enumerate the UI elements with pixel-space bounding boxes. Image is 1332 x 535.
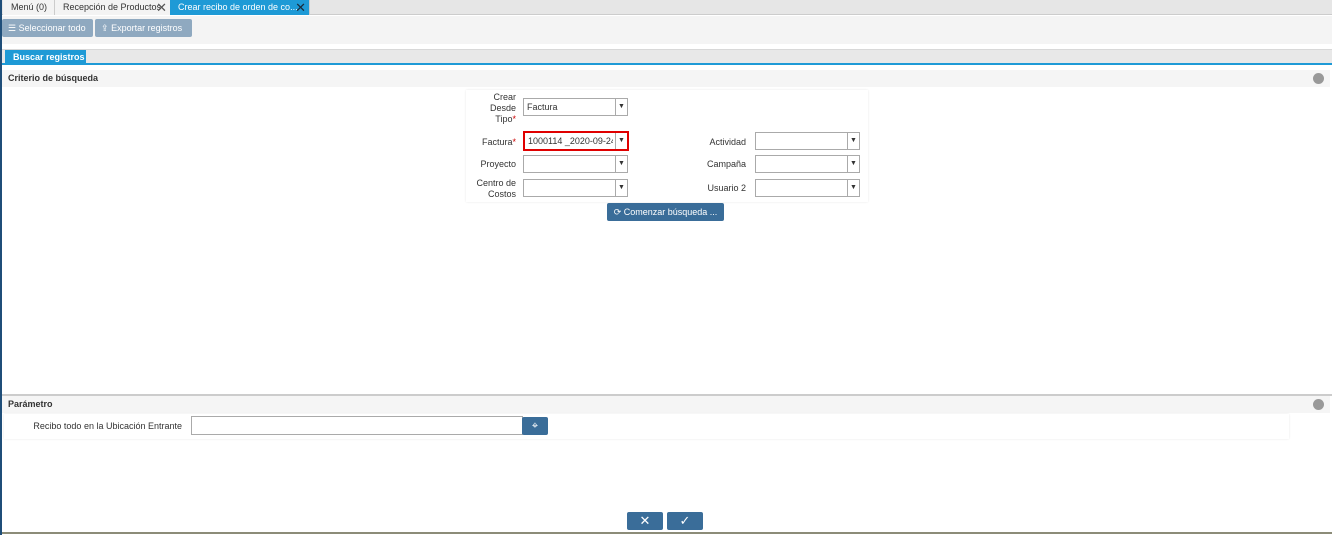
close-icon[interactable]: ✕ xyxy=(295,0,306,15)
cost-center-label: Centro de Costos xyxy=(476,178,516,199)
campaign-label: Campaña xyxy=(706,159,746,169)
create-from-type-label: Crear Desde Tipo* xyxy=(489,92,516,124)
chevron-down-icon[interactable]: ▼ xyxy=(847,156,859,172)
button-label: Seleccionar todo xyxy=(18,23,86,33)
locator-input[interactable] xyxy=(191,416,523,435)
chevron-down-icon[interactable]: ▼ xyxy=(615,156,627,172)
invoice-select[interactable]: 1000114 _2020-09-24 0▼ xyxy=(523,131,629,151)
collapse-icon[interactable] xyxy=(1313,73,1324,84)
ok-button[interactable]: ✓ xyxy=(667,512,703,530)
start-search-button[interactable]: ⟳ Comenzar búsqueda ... xyxy=(607,203,724,221)
check-icon: ✓ xyxy=(679,513,691,528)
project-label: Proyecto xyxy=(480,159,516,169)
chevron-down-icon[interactable]: ▼ xyxy=(847,133,859,149)
parameter-section-header[interactable]: Parámetro xyxy=(2,396,1330,413)
list-icon: ☰ xyxy=(8,23,17,33)
refresh-icon: ⟳ xyxy=(613,207,622,217)
tab-recepcion-productos[interactable]: Recepción de Productos ✕ xyxy=(55,0,171,15)
crosshair-icon: ⌖ xyxy=(531,420,539,432)
window-tabbar: Menú (0) Recepción de Productos ✕ Crear r… xyxy=(2,0,1332,15)
collapse-icon[interactable] xyxy=(1313,399,1324,410)
criteria-form: Crear Desde Tipo* Factura ▼ Factura* 100011… xyxy=(466,90,868,202)
invoice-label: Factura* xyxy=(481,137,516,147)
section-title: Parámetro xyxy=(8,399,53,409)
tab-label: Menú (0) xyxy=(11,2,48,12)
cost-center-select[interactable]: ▼ xyxy=(523,179,628,197)
chevron-down-icon[interactable]: ▼ xyxy=(615,99,627,115)
cancel-button[interactable]: ✕ xyxy=(627,512,663,530)
chevron-down-icon[interactable]: ▼ xyxy=(615,180,627,196)
create-from-type-select[interactable]: Factura ▼ xyxy=(523,98,628,116)
chevron-down-icon[interactable]: ▼ xyxy=(847,180,859,196)
locator-button[interactable]: ⌖ xyxy=(522,417,548,435)
tab-buscar-registros[interactable]: Buscar registros xyxy=(5,50,86,65)
user2-select[interactable]: ▼ xyxy=(755,179,860,197)
close-icon: ✕ xyxy=(639,513,651,528)
tab-label: Recepción de Productos xyxy=(63,2,162,12)
activity-label: Actividad xyxy=(709,137,746,147)
chevron-down-icon[interactable]: ▼ xyxy=(615,133,627,149)
export-records-button[interactable]: ⇪ Exportar registros xyxy=(95,19,192,37)
export-icon: ⇪ xyxy=(101,23,109,33)
button-label: Comenzar búsqueda ... xyxy=(623,207,718,217)
locator-label: Recibo todo en la Ubicación Entrante xyxy=(33,421,182,431)
toolbar: ☰ Seleccionar todo ⇪ Exportar registros xyxy=(2,16,1332,44)
project-select[interactable]: ▼ xyxy=(523,155,628,173)
bottom-border xyxy=(2,532,1332,534)
select-all-button[interactable]: ☰ Seleccionar todo xyxy=(2,19,93,37)
panel-tabbar xyxy=(2,49,1332,65)
close-icon[interactable]: ✕ xyxy=(156,0,167,15)
tab-menu[interactable]: Menú (0) xyxy=(3,0,55,15)
user2-label: Usuario 2 xyxy=(707,183,746,193)
tab-label: Crear recibo de orden de co... xyxy=(178,2,298,12)
section-title: Criterio de búsqueda xyxy=(8,73,99,83)
criteria-section-header[interactable]: Criterio de búsqueda xyxy=(2,70,1330,87)
tab-crear-recibo[interactable]: Crear recibo de orden de co... ✕ xyxy=(170,0,310,15)
button-label: Exportar registros xyxy=(111,23,183,33)
campaign-select[interactable]: ▼ xyxy=(755,155,860,173)
activity-select[interactable]: ▼ xyxy=(755,132,860,150)
